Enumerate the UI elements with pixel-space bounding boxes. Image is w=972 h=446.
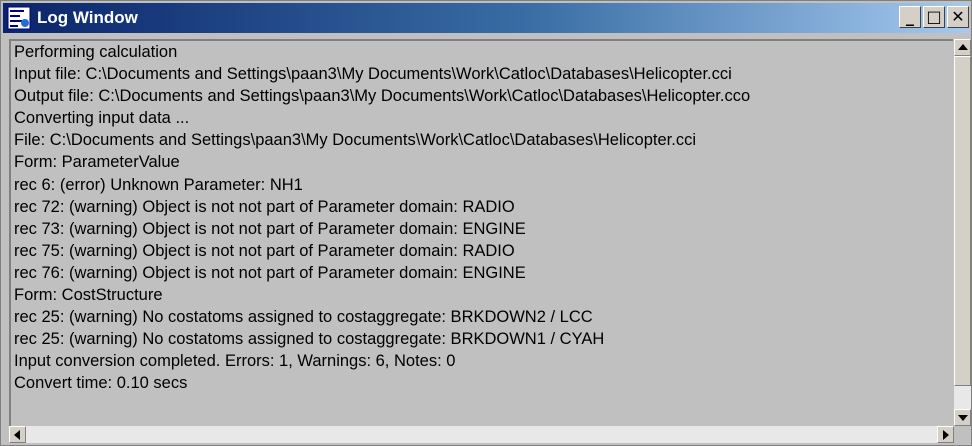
log-line: Input file: C:\Documents and Settings\pa… bbox=[14, 65, 732, 84]
log-line: Converting input data ... bbox=[14, 109, 190, 128]
window-title: Log Window bbox=[37, 8, 138, 27]
log-line: Output file: C:\Documents and Settings\p… bbox=[14, 87, 751, 106]
log-line: Form: CostStructure bbox=[14, 286, 163, 305]
log-line: rec 75: (warning) Object is not not part… bbox=[14, 241, 515, 260]
log-line: rec 76: (warning) Object is not not part… bbox=[14, 263, 526, 282]
log-line: rec 72: (warning) Object is not not part… bbox=[14, 197, 515, 216]
close-button[interactable]: ✕ bbox=[947, 6, 969, 28]
log-line: rec 25: (warning) No costatoms assigned … bbox=[14, 308, 593, 327]
maximize-icon: □ bbox=[926, 7, 942, 26]
log-line: Performing calculation bbox=[14, 43, 178, 61]
window-controls: _ □ ✕ bbox=[899, 6, 969, 28]
close-icon: ✕ bbox=[951, 7, 965, 26]
horizontal-scrollbar[interactable] bbox=[9, 426, 954, 443]
arrow-right-icon bbox=[943, 430, 949, 440]
size-grip[interactable] bbox=[954, 426, 971, 443]
log-window-icon bbox=[7, 6, 31, 30]
minimize-button[interactable]: _ bbox=[899, 6, 921, 28]
log-text-area[interactable]: Performing calculation Input file: C:\Doc… bbox=[9, 39, 953, 426]
arrow-down-icon bbox=[958, 415, 968, 421]
log-line: rec 73: (warning) Object is not not part… bbox=[14, 219, 526, 238]
log-line: rec 25: (warning) No costatoms assigned … bbox=[14, 330, 605, 349]
scroll-down-button[interactable] bbox=[954, 409, 971, 426]
vertical-scroll-thumb[interactable] bbox=[954, 56, 971, 386]
log-window: Log Window _ □ ✕ Performing calculation I… bbox=[0, 0, 972, 446]
log-line: Form: ParameterValue bbox=[14, 153, 180, 172]
vertical-scrollbar[interactable] bbox=[954, 39, 971, 426]
maximize-button[interactable]: □ bbox=[923, 6, 945, 28]
minimize-icon: _ bbox=[906, 7, 914, 26]
title-bar[interactable]: Log Window _ □ ✕ bbox=[3, 3, 969, 33]
scroll-right-button[interactable] bbox=[937, 426, 954, 443]
log-line: File: C:\Documents and Settings\paan3\My… bbox=[14, 131, 696, 150]
arrow-up-icon bbox=[958, 44, 968, 50]
arrow-left-icon bbox=[14, 430, 20, 440]
scroll-up-button[interactable] bbox=[954, 39, 971, 56]
log-line: Convert time: 0.10 secs bbox=[14, 374, 188, 393]
log-line: rec 6: (error) Unknown Parameter: NH1 bbox=[14, 175, 303, 194]
log-line: Input conversion completed. Errors: 1, W… bbox=[14, 352, 456, 371]
scroll-left-button[interactable] bbox=[9, 426, 26, 443]
